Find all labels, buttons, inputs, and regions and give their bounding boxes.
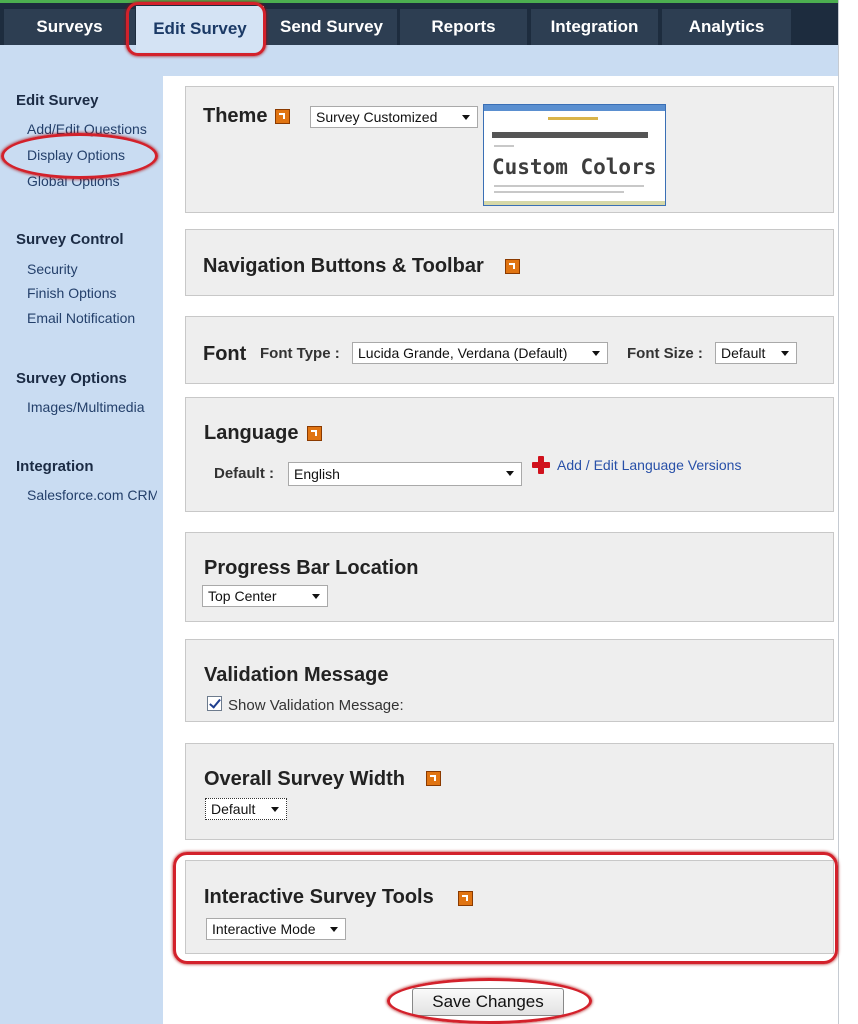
language-panel: Language Default : English Add / Edit La… [185,397,834,512]
save-button-highlight [387,978,592,1024]
sidebar-item-email-notification[interactable]: Email Notification [27,310,135,326]
survey-width-panel: Overall Survey Width Default [185,743,834,840]
preview-titlebar [484,105,665,111]
survey-width-title: Overall Survey Width [204,768,405,790]
preview-line [494,185,644,187]
tab-send-survey[interactable]: Send Survey [266,9,397,45]
window-edge [838,0,858,1024]
font-type-value: Lucida Grande, Verdana (Default) [358,345,568,361]
progress-bar-panel: Progress Bar Location Top Center [185,532,834,622]
preview-bar [548,117,598,120]
progress-bar-title: Progress Bar Location [204,557,419,579]
navigation-title: Navigation Buttons & Toolbar [203,255,484,277]
language-title: Language [204,422,299,444]
add-edit-language-link[interactable]: Add / Edit Language Versions [557,457,741,473]
preview-footer [484,201,665,205]
tab-integration[interactable]: Integration [531,9,658,45]
tab-reports[interactable]: Reports [400,9,527,45]
sidebar-item-salesforce-crm[interactable]: Salesforce.com CRM [27,487,157,503]
progress-bar-location-select[interactable]: Top Center [202,585,328,607]
sidebar-heading-edit-survey: Edit Survey [16,92,99,109]
help-icon[interactable] [275,109,290,124]
preview-header-band [492,132,648,138]
chevron-down-icon [506,471,514,476]
validation-title: Validation Message [204,664,389,686]
tab-analytics[interactable]: Analytics [662,9,791,45]
theme-preview-image: Custom Colors [483,104,666,206]
language-default-label: Default : [214,465,274,482]
add-icon[interactable] [532,456,550,474]
top-accent-line [0,0,858,3]
sidebar: Edit Survey Add/Edit Questions Display O… [0,76,163,1024]
help-icon[interactable] [426,771,441,786]
chevron-down-icon [592,351,600,356]
interactive-tools-highlight [173,852,838,964]
font-size-select[interactable]: Default [715,342,797,364]
theme-title: Theme [203,105,268,127]
language-select[interactable]: English [288,462,522,486]
font-panel: Font Font Type : Lucida Grande, Verdana … [185,316,834,384]
survey-width-value: Default [211,801,256,817]
validation-panel: Validation Message Show Validation Messa… [185,639,834,722]
progress-bar-location-value: Top Center [208,588,277,604]
font-type-label: Font Type : [260,345,340,362]
sidebar-item-security[interactable]: Security [27,261,78,277]
tab-surveys[interactable]: Surveys [4,9,135,45]
sidebar-heading-survey-control: Survey Control [16,231,124,248]
language-select-value: English [294,466,340,482]
chevron-down-icon [781,351,789,356]
show-validation-label: Show Validation Message: [228,697,404,714]
edit-survey-tab-highlight [126,2,266,56]
sidebar-heading-integration: Integration [16,458,94,475]
show-validation-checkbox[interactable] [207,696,222,711]
font-size-label: Font Size : [627,345,703,362]
sidebar-item-images-multimedia[interactable]: Images/Multimedia [27,399,145,415]
help-icon[interactable] [505,259,520,274]
font-size-value: Default [721,345,766,361]
display-options-highlight [1,133,158,179]
help-icon[interactable] [307,426,322,441]
theme-select-value: Survey Customized [316,109,438,125]
sidebar-heading-survey-options: Survey Options [16,370,127,387]
font-type-select[interactable]: Lucida Grande, Verdana (Default) [352,342,608,364]
font-title: Font [203,343,247,365]
chevron-down-icon [271,807,279,812]
theme-panel: Theme Survey Customized Custom Colors [185,86,834,213]
chevron-down-icon [312,594,320,599]
preview-line [494,191,624,193]
preview-line [494,145,514,147]
chevron-down-icon [462,115,470,120]
theme-select[interactable]: Survey Customized [310,106,478,128]
sidebar-item-finish-options[interactable]: Finish Options [27,285,116,301]
survey-width-select[interactable]: Default [205,798,287,820]
navigation-panel: Navigation Buttons & Toolbar [185,229,834,296]
preview-caption: Custom Colors [492,155,657,179]
